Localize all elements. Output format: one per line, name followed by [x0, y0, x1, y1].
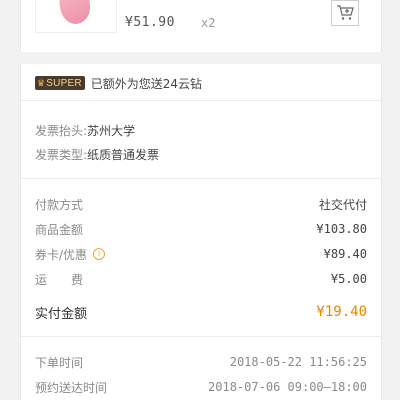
super-badge-label: SUPER	[46, 77, 82, 89]
order-time-value: 2018-05-22 11:56:25	[229, 355, 367, 369]
invoice-type-row: 发票类型: 纸质普通发票	[35, 144, 367, 164]
super-badge: ♛ SUPER	[35, 76, 85, 90]
order-time-row: 下单时间 2018-05-22 11:56:25	[35, 352, 367, 372]
product-thumbnail[interactable]	[35, 0, 117, 33]
invoice-header-label: 发票抬头:	[35, 123, 88, 138]
crown-icon: ♛	[37, 77, 46, 88]
add-to-cart-button[interactable]	[331, 0, 359, 26]
shipping-row: 运 费 ¥5.00	[35, 269, 367, 289]
info-icon[interactable]: i	[93, 248, 106, 260]
coupon-label-group: 券卡/优惠 i	[35, 246, 106, 263]
super-reward-text: 已额外为您送24云钻	[90, 76, 203, 91]
divider	[21, 336, 381, 337]
divider	[21, 100, 381, 101]
payment-method-value: 社交代付	[318, 197, 367, 212]
delivery-time-value: 2018-07-06 09:00—18:00	[208, 380, 367, 394]
payment-method-label: 付款方式	[35, 197, 84, 212]
shipping-label: 运 费	[35, 272, 84, 287]
paid-amount-value: ¥19.40	[316, 304, 367, 320]
goods-amount-label: 商品金额	[35, 222, 84, 237]
payment-method-row: 付款方式 社交代付	[35, 194, 367, 214]
product-card: ¥51.90 x2	[20, 0, 382, 52]
coupon-row: 券卡/优惠 i ¥89.40	[35, 244, 367, 264]
invoice-section: 发票抬头: 苏州大学 发票类型: 纸质普通发票	[35, 120, 367, 164]
product-quantity: x2	[201, 16, 216, 30]
shipping-value: ¥5.00	[330, 272, 367, 286]
super-reward-row: ♛ SUPER 已额外为您送24云钻	[35, 74, 367, 92]
delivery-time-row: 预约送达时间 2018-07-06 09:00—18:00	[35, 377, 367, 397]
order-detail-panel: ♛ SUPER 已额外为您送24云钻 发票抬头: 苏州大学 发票类型: 纸质普通…	[20, 64, 382, 400]
invoice-type-value: 纸质普通发票	[87, 147, 160, 162]
goods-amount-value: ¥103.80	[316, 222, 367, 236]
invoice-header-row: 发票抬头: 苏州大学	[35, 120, 367, 140]
paid-amount-row: 实付金额 ¥19.40	[35, 302, 367, 322]
product-image	[57, 0, 93, 26]
divider	[21, 178, 381, 179]
coupon-label: 券卡/优惠	[35, 247, 88, 262]
product-price: ¥51.90	[125, 15, 175, 30]
invoice-type-label: 发票类型:	[35, 147, 88, 162]
invoice-header-value: 苏州大学	[87, 123, 136, 138]
order-time-label: 下单时间	[35, 355, 84, 370]
coupon-value: ¥89.40	[323, 247, 367, 261]
cart-add-icon	[337, 5, 354, 20]
goods-amount-row: 商品金额 ¥103.80	[35, 219, 367, 239]
delivery-time-label: 预约送达时间	[35, 380, 108, 395]
paid-amount-label: 实付金额	[35, 306, 88, 322]
